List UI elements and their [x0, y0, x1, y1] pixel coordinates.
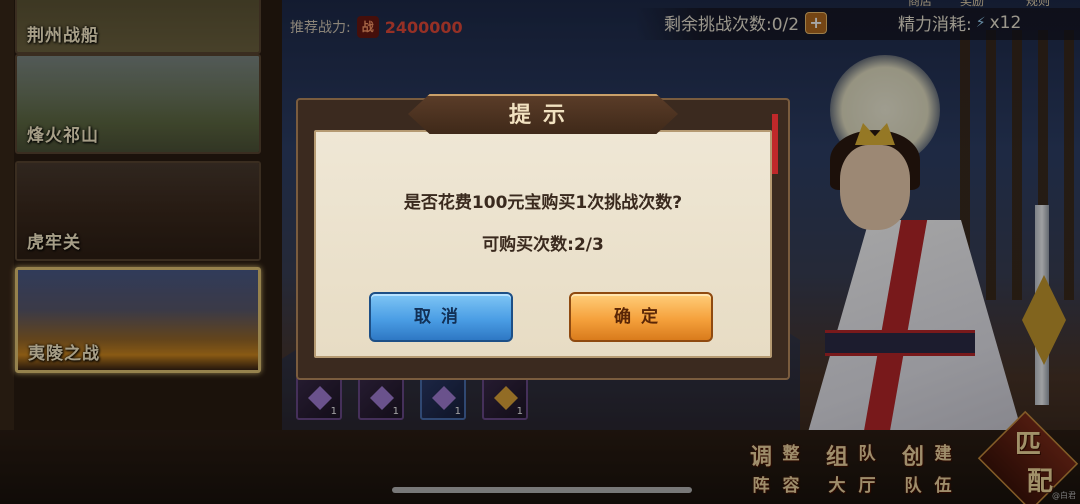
- dialog-message: 是否花费100元宝购买1次挑战次数?: [403, 193, 683, 213]
- confirm-button[interactable]: 确定: [569, 292, 713, 342]
- cancel-button[interactable]: 取消: [369, 292, 513, 342]
- purchasable-count: 可购买次数:2/3: [482, 235, 604, 255]
- dialog-ribbon: [772, 114, 778, 174]
- purchase-confirm-dialog: 提示 是否花费100元宝购买1次挑战次数? 可购买次数:2/3 取消 确定: [296, 88, 790, 380]
- dialog-title: 提示: [508, 102, 577, 128]
